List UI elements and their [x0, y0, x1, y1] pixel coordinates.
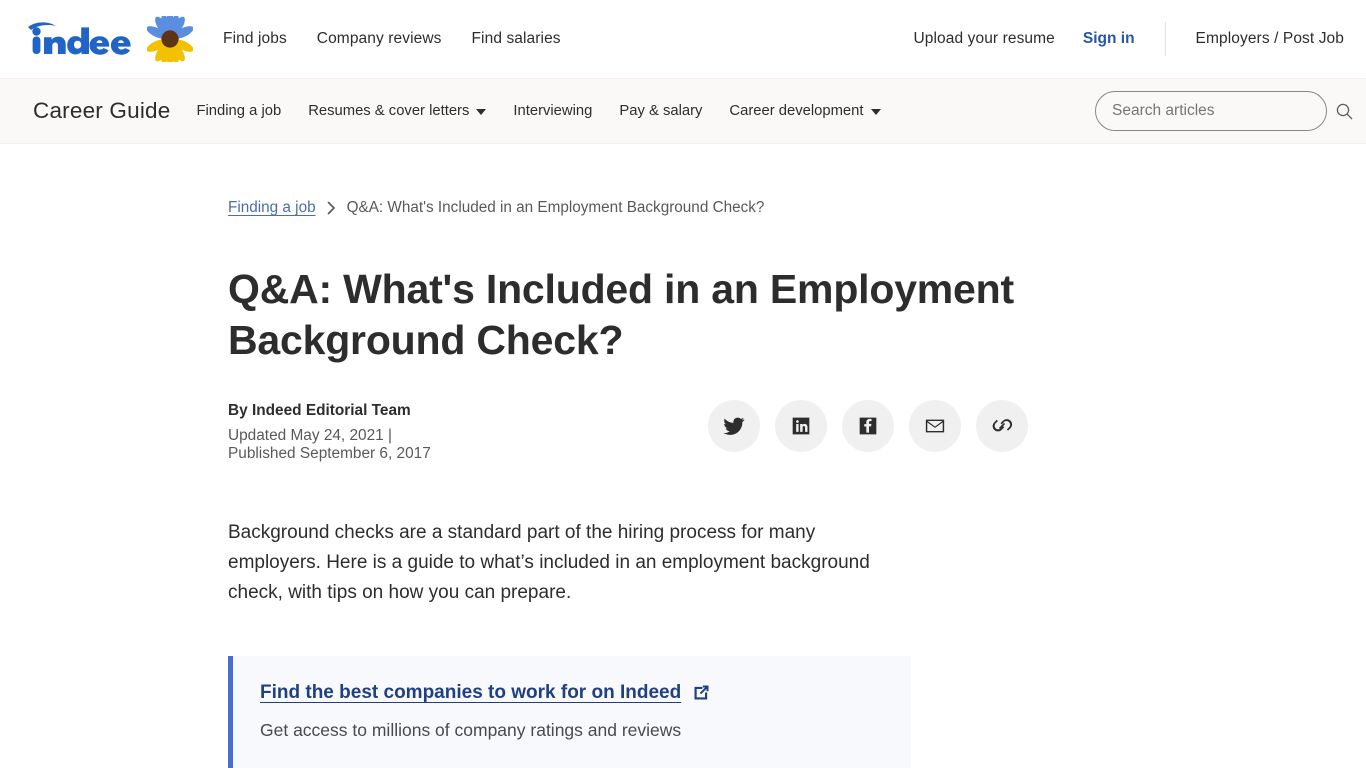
article-search-area: [1095, 91, 1353, 131]
nav-find-salaries[interactable]: Find salaries: [471, 30, 560, 48]
article-container: Finding a job Q&A: What's Included in an…: [0, 144, 1366, 768]
share-twitter-button[interactable]: [708, 399, 760, 452]
breadcrumb: Finding a job Q&A: What's Included in an…: [228, 199, 1366, 217]
promo-callout-link-text: Find the best companies to work for on I…: [260, 681, 682, 703]
promo-callout: Find the best companies to work for on I…: [228, 655, 911, 768]
indeed-logo-link[interactable]: [26, 16, 193, 62]
global-header: Find jobs Company reviews Find salaries …: [0, 0, 1366, 78]
career-guide-nav: Career Guide Finding a job Resumes & cov…: [0, 78, 1366, 144]
promo-callout-link[interactable]: Find the best companies to work for on I…: [260, 682, 712, 704]
linkedin-icon: [792, 417, 810, 434]
chevron-down-icon: [476, 109, 487, 115]
share-linkedin-button[interactable]: [775, 399, 827, 452]
nav-find-jobs[interactable]: Find jobs: [223, 30, 287, 48]
sunflower-icon: [147, 16, 193, 62]
employers-post-job-link[interactable]: Employers / Post Job: [1196, 30, 1344, 48]
facebook-icon: [859, 417, 877, 434]
global-header-left: Find jobs Company reviews Find salaries: [26, 16, 561, 62]
article-meta-row: By Indeed Editorial Team Updated May 24,…: [228, 398, 1028, 463]
career-guide-links: Finding a job Resumes & cover letters In…: [196, 103, 881, 119]
sign-in-link[interactable]: Sign in: [1083, 30, 1135, 48]
upload-resume-link[interactable]: Upload your resume: [914, 30, 1055, 48]
breadcrumb-parent-link[interactable]: Finding a job: [228, 199, 316, 217]
tab-resumes-cover-letters[interactable]: Resumes & cover letters: [308, 103, 487, 119]
external-link-icon: [691, 682, 712, 703]
share-email-button[interactable]: [909, 399, 961, 452]
article-intro-paragraph: Background checks are a standard part of…: [228, 521, 870, 603]
page-title: Q&A: What's Included in an Employment Ba…: [228, 266, 1014, 363]
tab-label: Career development: [729, 103, 864, 119]
breadcrumb-current: Q&A: What's Included in an Employment Ba…: [346, 199, 765, 216]
search-input[interactable]: [1095, 91, 1327, 131]
promo-callout-subtitle: Get access to millions of company rating…: [260, 719, 682, 740]
share-copy-link-button[interactable]: [976, 399, 1028, 452]
author-name: By Indeed Editorial Team: [228, 401, 411, 419]
tab-label: Interviewing: [513, 103, 593, 119]
nav-company-reviews[interactable]: Company reviews: [317, 30, 442, 48]
share-buttons: [708, 398, 1028, 452]
chevron-right-icon: [327, 201, 336, 215]
global-header-right: Upload your resume Sign in Employers / P…: [914, 22, 1345, 56]
tab-label: Resumes & cover letters: [308, 103, 470, 119]
chevron-down-icon: [870, 109, 881, 115]
indeed-wordmark-icon: [28, 22, 131, 55]
byline: By Indeed Editorial Team Updated May 24,…: [228, 398, 443, 463]
tab-finding-a-job[interactable]: Finding a job: [196, 103, 281, 119]
global-nav-links: Find jobs Company reviews Find salaries: [223, 30, 561, 48]
tab-label: Pay & salary: [619, 103, 703, 119]
tab-label: Finding a job: [196, 103, 282, 119]
tab-career-development[interactable]: Career development: [729, 103, 881, 119]
search-icon[interactable]: [1335, 102, 1354, 121]
publish-dates: Updated May 24, 2021 | Published Septemb…: [228, 426, 431, 462]
twitter-icon: [723, 417, 745, 435]
tab-interviewing[interactable]: Interviewing: [513, 103, 592, 119]
link-icon: [992, 418, 1013, 432]
page-body: Finding a job Q&A: What's Included in an…: [0, 144, 1366, 768]
header-divider: [1164, 22, 1166, 56]
career-guide-title: Career Guide: [33, 98, 171, 123]
email-icon: [925, 419, 945, 433]
share-facebook-button[interactable]: [842, 399, 894, 452]
tab-pay-salary[interactable]: Pay & salary: [619, 103, 702, 119]
